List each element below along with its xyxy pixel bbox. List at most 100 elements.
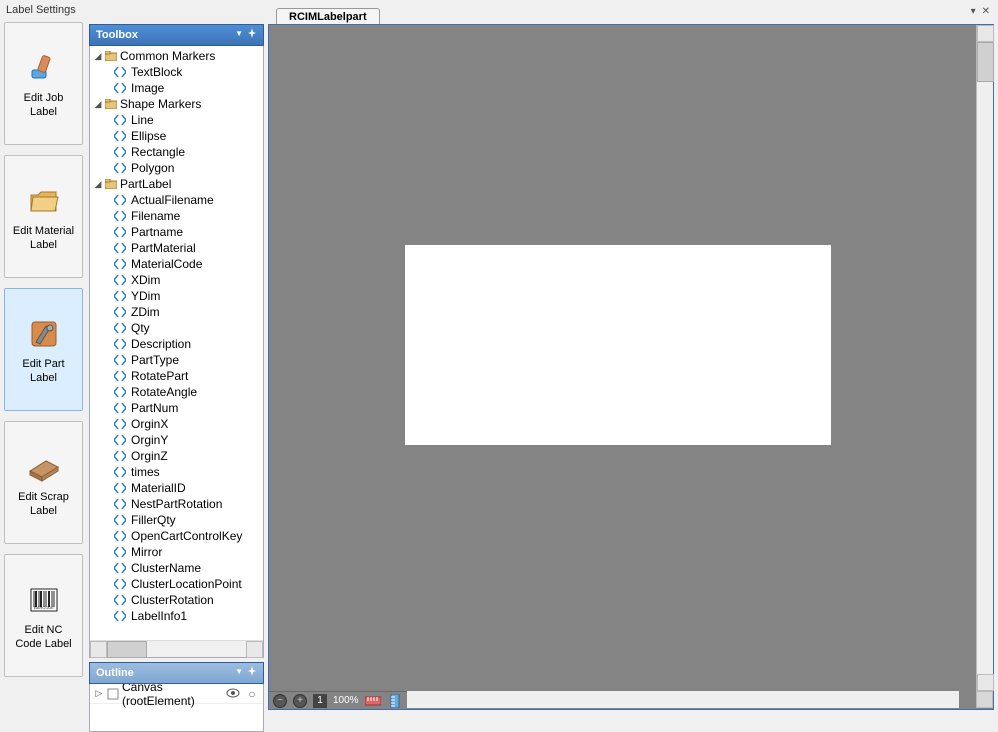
tree-item-label: Ellipse (131, 129, 166, 143)
tree-item[interactable]: TextBlock (90, 64, 263, 80)
tree-item[interactable]: NestPartRotation (90, 496, 263, 512)
tree-item[interactable]: times (90, 464, 263, 480)
scroll-thumb[interactable] (977, 42, 994, 82)
tree-item[interactable]: ClusterLocationPoint (90, 576, 263, 592)
tree-item-label: ClusterName (131, 561, 201, 575)
tree-item[interactable]: PartNum (90, 400, 263, 416)
tree-item[interactable]: Description (90, 336, 263, 352)
element-icon (112, 563, 128, 573)
tree-item[interactable]: RotateAngle (90, 384, 263, 400)
tree-item-label: Line (131, 113, 154, 127)
tree-item[interactable]: OrginX (90, 416, 263, 432)
element-icon (112, 211, 128, 221)
element-icon (112, 387, 128, 397)
toolbox-hscrollbar[interactable] (90, 640, 263, 657)
tree-group[interactable]: ◢ Shape Markers (90, 96, 263, 112)
tree-item[interactable]: ZDim (90, 304, 263, 320)
expand-icon[interactable]: ▷ (92, 688, 106, 699)
element-icon (112, 531, 128, 541)
tree-group[interactable]: ◢ PartLabel (90, 176, 263, 192)
tree-item[interactable]: OrginZ (90, 448, 263, 464)
button-label: Edit MaterialLabel (13, 225, 74, 251)
ruler-v-icon[interactable] (387, 694, 403, 708)
scroll-left-button[interactable] (90, 641, 107, 658)
edit-material-label-button[interactable]: Edit MaterialLabel (4, 155, 83, 278)
tree-item[interactable]: OrginY (90, 432, 263, 448)
tree-item[interactable]: YDim (90, 288, 263, 304)
tree-group[interactable]: ◢Common Markers (90, 48, 263, 64)
tree-item[interactable]: Rectangle (90, 144, 263, 160)
tree-item-label: MaterialCode (131, 257, 202, 271)
tree-group-label: Shape Markers (120, 97, 201, 111)
tree-item-label: Image (131, 81, 164, 95)
toolbox-header[interactable]: Toolbox ▼ (89, 24, 264, 46)
tree-item-label: RotatePart (131, 369, 188, 383)
element-icon (112, 467, 128, 477)
scroll-thumb[interactable] (107, 641, 147, 658)
lock-icon[interactable]: ○ (243, 687, 261, 701)
tree-item-label: PartNum (131, 401, 178, 415)
tree-item[interactable]: FillerQty (90, 512, 263, 528)
scroll-down-button[interactable] (977, 674, 994, 691)
tree-item[interactable]: ClusterName (90, 560, 263, 576)
edit-nc-code-label-button[interactable]: BARCODE Edit NCCode Label (4, 554, 83, 677)
tree-item[interactable]: RotatePart (90, 368, 263, 384)
outline-root-row[interactable]: ▷ Canvas (rootElement) ○ (90, 684, 263, 704)
panel-icon (24, 447, 64, 487)
svg-text:BARCODE: BARCODE (34, 605, 54, 610)
ruler-h-icon[interactable] (365, 694, 381, 708)
tree-item-label: RotateAngle (131, 385, 197, 399)
element-icon (112, 547, 128, 557)
pin-icon[interactable] (247, 28, 257, 38)
toolbox-tree[interactable]: ◢Common MarkersTextBlockImage ◢ Shape Mark… (90, 46, 263, 640)
visibility-icon[interactable] (223, 687, 243, 701)
canvas-page[interactable] (405, 245, 831, 445)
tree-item[interactable]: Image (90, 80, 263, 96)
tree-item[interactable]: Ellipse (90, 128, 263, 144)
tree-item[interactable]: Partname (90, 224, 263, 240)
canvas-vscrollbar[interactable] (976, 25, 993, 691)
tree-item[interactable]: XDim (90, 272, 263, 288)
tree-group-label: PartLabel (120, 177, 171, 191)
document-tab[interactable]: RCIMLabelpart (276, 8, 380, 25)
tree-item[interactable]: Mirror (90, 544, 263, 560)
tree-item[interactable]: PartMaterial (90, 240, 263, 256)
pin-icon[interactable] (247, 666, 257, 676)
zoom-out-button[interactable]: − (273, 694, 287, 708)
edit-scrap-label-button[interactable]: Edit ScrapLabel (4, 421, 83, 544)
tree-item[interactable]: Polygon (90, 160, 263, 176)
tree-item-label: MaterialID (131, 481, 186, 495)
tree-item[interactable]: ClusterRotation (90, 592, 263, 608)
tree-item[interactable]: OpenCartControlKey (90, 528, 263, 544)
scroll-right-button[interactable] (246, 641, 263, 658)
edit-job-label-button[interactable]: Edit JobLabel (4, 22, 83, 145)
tree-item[interactable]: Qty (90, 320, 263, 336)
tab-close-icon[interactable]: ✕ (982, 6, 990, 17)
canvas-viewport[interactable] (269, 25, 993, 691)
tab-menu-icon[interactable]: ▾ (971, 6, 976, 17)
tree-item[interactable]: MaterialCode (90, 256, 263, 272)
tree-item[interactable]: ActualFilename (90, 192, 263, 208)
tree-item-label: Mirror (131, 545, 162, 559)
collapse-icon[interactable]: ◢ (92, 51, 104, 62)
tree-item-label: LabelInfo1 (131, 609, 187, 623)
collapse-icon[interactable]: ◢ (92, 179, 104, 190)
element-icon (112, 339, 128, 349)
edit-part-label-button[interactable]: Edit PartLabel (4, 288, 83, 411)
zoom-in-button[interactable]: + (293, 694, 307, 708)
tree-item[interactable]: LabelInfo1 (90, 608, 263, 624)
dropdown-icon[interactable]: ▼ (235, 667, 243, 676)
tree-item[interactable]: Filename (90, 208, 263, 224)
element-icon (112, 483, 128, 493)
collapse-icon[interactable]: ◢ (92, 99, 104, 110)
tree-item[interactable]: Line (90, 112, 263, 128)
scroll-up-button[interactable] (977, 25, 994, 42)
tree-item[interactable]: MaterialID (90, 480, 263, 496)
dropdown-icon[interactable]: ▼ (235, 29, 243, 38)
tree-item-label: times (131, 465, 160, 479)
folder-icon (104, 178, 118, 190)
document-tab-label: RCIMLabelpart (289, 11, 367, 23)
canvas-hscrollbar[interactable] (407, 691, 959, 708)
outline-header[interactable]: Outline ▼ (89, 662, 264, 684)
tree-item[interactable]: PartType (90, 352, 263, 368)
